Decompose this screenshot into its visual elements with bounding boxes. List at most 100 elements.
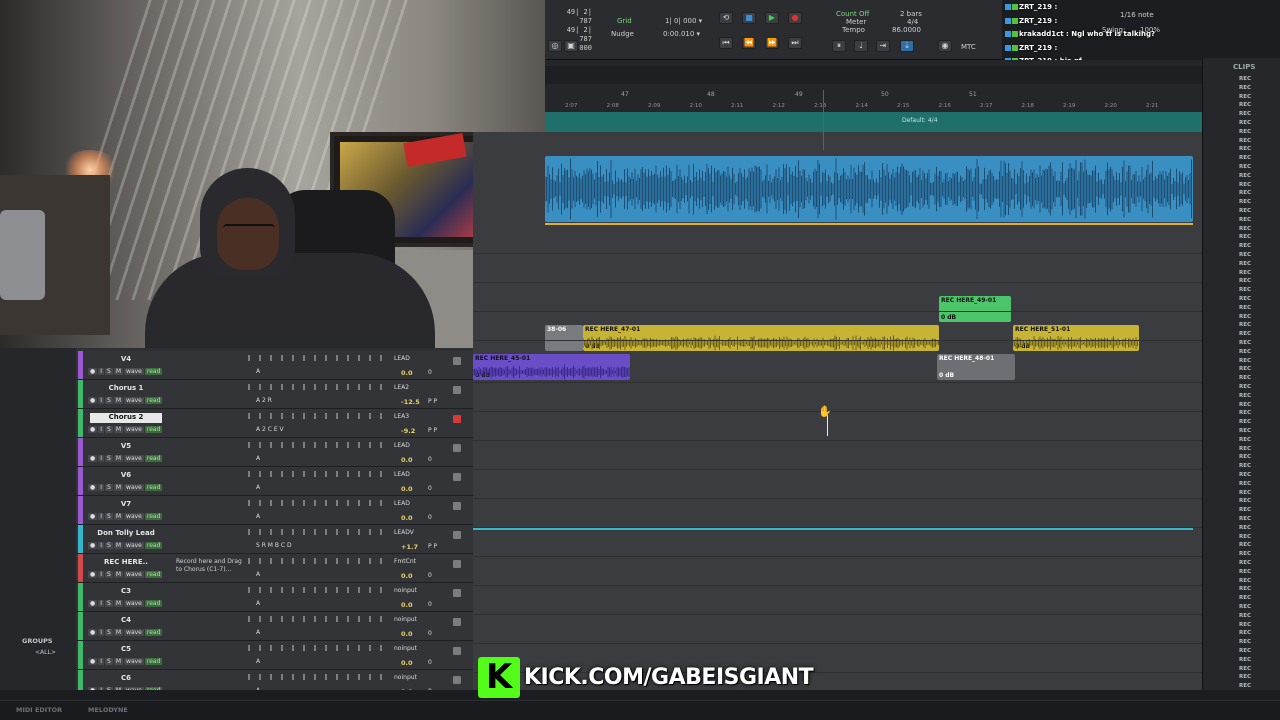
clip-rec-here-49-01[interactable]: REC HERE_49-01 0 dB bbox=[939, 296, 1011, 322]
clip-list-item[interactable]: REC bbox=[1239, 674, 1251, 680]
solo-button[interactable]: S bbox=[105, 600, 113, 607]
track-pan[interactable]: 0 bbox=[428, 688, 432, 690]
insert-slots[interactable] bbox=[248, 471, 388, 477]
send-slots[interactable]: A bbox=[256, 513, 260, 520]
clip-list-item[interactable]: REC bbox=[1239, 322, 1251, 328]
track-volume[interactable]: 0.0 bbox=[401, 514, 413, 522]
clip-list-item[interactable]: REC bbox=[1239, 551, 1251, 557]
meter-value[interactable]: 4/4 bbox=[907, 18, 918, 26]
mtc-label[interactable]: MTC bbox=[961, 43, 976, 51]
clip-list-item[interactable]: REC bbox=[1239, 252, 1251, 258]
clip-list-item[interactable]: REC bbox=[1239, 199, 1251, 205]
track-header[interactable]: Chorus 2 ● I S Mwave read A 2 C E V LEA3 -9.2 P P bbox=[76, 409, 473, 438]
track-pan[interactable]: 0 bbox=[428, 485, 432, 492]
track-header[interactable]: C5 ● I S Mwave read Anoinput 0.0 0 bbox=[76, 641, 473, 670]
automation-mode-selector[interactable]: read bbox=[144, 513, 163, 520]
send-slots[interactable]: A bbox=[256, 658, 260, 665]
clip-list-item[interactable]: REC bbox=[1239, 419, 1251, 425]
clip-list-item[interactable]: REC bbox=[1239, 226, 1251, 232]
track-pan[interactable]: 0 bbox=[428, 572, 432, 579]
rewind-to-start-button[interactable]: ⏮ bbox=[719, 37, 733, 49]
track-volume[interactable]: 0.0 bbox=[401, 688, 413, 690]
solo-button[interactable]: S bbox=[105, 397, 113, 404]
send-slots[interactable]: A bbox=[256, 571, 260, 578]
mute-button[interactable]: M bbox=[113, 368, 124, 375]
go-to-end-button[interactable]: ⏭ bbox=[788, 37, 802, 49]
track-name[interactable]: Chorus 1 bbox=[90, 384, 162, 394]
loop-icon[interactable]: ⟲ bbox=[719, 12, 733, 24]
track-view-selector[interactable]: wave bbox=[124, 513, 144, 520]
input-monitor-button[interactable]: I bbox=[98, 658, 105, 665]
track-io-selector[interactable]: LEA2 bbox=[394, 384, 409, 391]
fast-forward-button[interactable]: ⏩ bbox=[765, 37, 779, 49]
track-io-selector[interactable]: noinput bbox=[394, 616, 417, 623]
track-pan[interactable]: 0 bbox=[428, 601, 432, 608]
clip-list-item[interactable]: REC bbox=[1239, 622, 1251, 628]
clip-list-item[interactable]: REC bbox=[1239, 516, 1251, 522]
clip-rec-here-51-01[interactable]: REC HERE_51-01 0 dB bbox=[1013, 325, 1139, 351]
input-monitor-button[interactable]: I bbox=[98, 455, 105, 462]
track-name[interactable]: V4 bbox=[90, 355, 162, 365]
input-monitor-button[interactable]: I bbox=[98, 629, 105, 636]
clip-list-item[interactable]: REC bbox=[1239, 560, 1251, 566]
track-view-selector[interactable]: wave bbox=[124, 397, 144, 404]
track-view-selector[interactable]: wave bbox=[124, 571, 144, 578]
track-io-selector[interactable]: noinput bbox=[394, 674, 417, 681]
clip-list-item[interactable]: REC bbox=[1239, 393, 1251, 399]
track-io-selector[interactable]: noinput bbox=[394, 587, 417, 594]
record-enable-button[interactable]: ● bbox=[88, 397, 98, 404]
clip-list-item[interactable]: REC bbox=[1239, 648, 1251, 654]
play-button[interactable]: ▶ bbox=[765, 12, 779, 24]
track-volume[interactable]: 0.0 bbox=[401, 572, 413, 580]
input-monitor-button[interactable]: I bbox=[98, 426, 105, 433]
clip-list-item[interactable]: REC bbox=[1239, 287, 1251, 293]
metronome-icon[interactable]: ♩ bbox=[854, 40, 868, 52]
clip-list-item[interactable]: REC bbox=[1239, 314, 1251, 320]
record-button[interactable]: ● bbox=[788, 12, 802, 24]
track-pan[interactable]: 0 bbox=[428, 630, 432, 637]
mute-button[interactable]: M bbox=[113, 571, 124, 578]
clip-list-item[interactable]: REC bbox=[1239, 446, 1251, 452]
record-enable-button[interactable]: ● bbox=[88, 455, 98, 462]
automation-mode-selector[interactable]: read bbox=[144, 571, 163, 578]
clip-list-item[interactable]: REC bbox=[1239, 217, 1251, 223]
mute-button[interactable]: M bbox=[113, 542, 124, 549]
mute-button[interactable]: M bbox=[113, 629, 124, 636]
track-output-icon[interactable] bbox=[453, 589, 461, 597]
insert-slots[interactable] bbox=[248, 384, 388, 390]
clip-list-item[interactable]: REC bbox=[1239, 613, 1251, 619]
mute-button[interactable]: M bbox=[113, 484, 124, 491]
mute-button[interactable]: M bbox=[113, 513, 124, 520]
tab-melodyne[interactable]: MELODYNE bbox=[88, 706, 128, 714]
solo-button[interactable]: S bbox=[105, 368, 113, 375]
track-pan[interactable]: P P bbox=[428, 398, 437, 405]
clip-list-item[interactable]: REC bbox=[1239, 472, 1251, 478]
clip-list-item[interactable]: REC bbox=[1239, 331, 1251, 337]
insert-slots[interactable] bbox=[248, 674, 388, 680]
track-volume[interactable]: -9.2 bbox=[401, 427, 415, 435]
record-enable-button[interactable]: ● bbox=[88, 571, 98, 578]
clip-list-item[interactable]: REC bbox=[1239, 542, 1251, 548]
track-pan[interactable]: 0 bbox=[428, 369, 432, 376]
track-name[interactable]: REC HERE.. bbox=[90, 558, 162, 568]
clip-list-item[interactable]: REC bbox=[1239, 384, 1251, 390]
solo-button[interactable]: S bbox=[105, 484, 113, 491]
clip-list-item[interactable]: REC bbox=[1239, 454, 1251, 460]
insert-slots[interactable] bbox=[248, 645, 388, 651]
note-value[interactable]: 1/16 note bbox=[1120, 11, 1154, 19]
clip-list-item[interactable]: REC bbox=[1239, 366, 1251, 372]
clip-list-item[interactable]: REC bbox=[1239, 586, 1251, 592]
tempo-value[interactable]: 86.0000 bbox=[892, 26, 921, 34]
automation-mode-selector[interactable]: read bbox=[144, 455, 163, 462]
mute-button[interactable]: M bbox=[113, 687, 124, 690]
insert-slots[interactable] bbox=[248, 558, 388, 564]
track-volume[interactable]: 0.0 bbox=[401, 369, 413, 377]
meter-ruler[interactable]: Default: 4/4 bbox=[545, 112, 1202, 132]
track-output-icon[interactable] bbox=[453, 444, 461, 452]
solo-button[interactable]: S bbox=[105, 455, 113, 462]
clip-list-item[interactable]: REC bbox=[1239, 190, 1251, 196]
record-enable-button[interactable]: ● bbox=[88, 513, 98, 520]
track-io-selector[interactable]: LEADV bbox=[394, 529, 414, 536]
record-enable-button[interactable]: ● bbox=[88, 600, 98, 607]
track-name[interactable]: Chorus 2 bbox=[90, 413, 162, 423]
